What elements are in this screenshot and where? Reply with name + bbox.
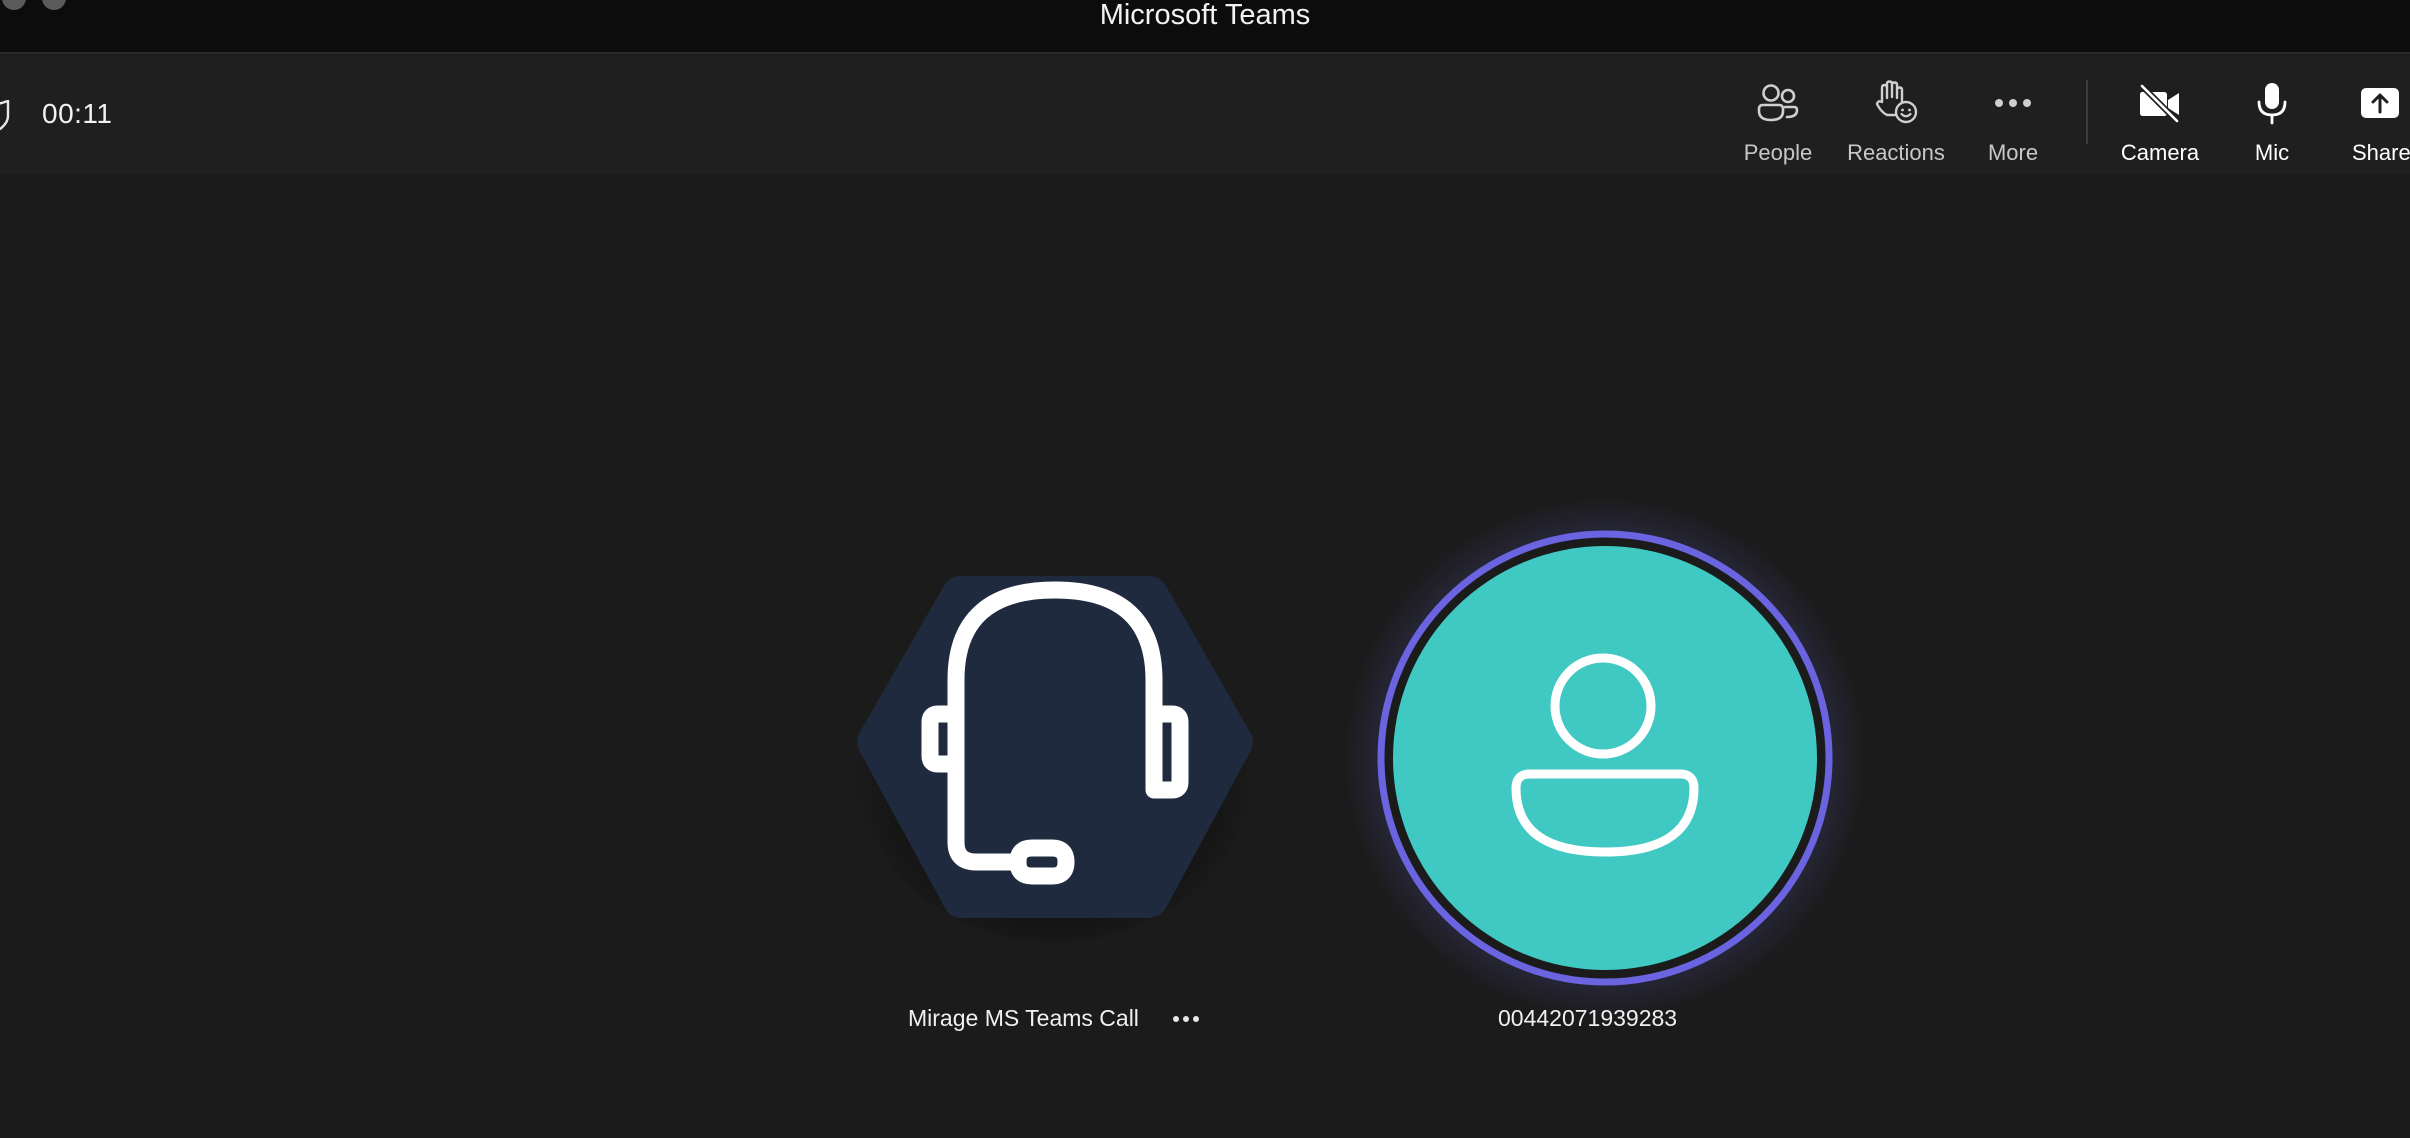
participant-options-icon[interactable] <box>1172 1014 1200 1024</box>
camera-off-icon <box>2139 83 2180 123</box>
participant-name-mirage: Mirage MS Teams Call <box>908 1005 1139 1031</box>
shield-icon <box>0 100 10 130</box>
people-icon <box>1757 84 1799 122</box>
call-stage: Mirage MS Teams Call 00442071939283 <box>0 174 2410 1138</box>
participant-avatar-mirage[interactable] <box>850 572 1260 942</box>
share-label: Share <box>2352 140 2410 165</box>
share-screen-icon <box>2361 88 2399 118</box>
share-button[interactable]: Share <box>2320 70 2410 166</box>
teams-call-window: Microsoft Teams 00:11 People Reactions M… <box>0 0 2410 1138</box>
raised-hand-reaction-icon <box>1875 80 1918 124</box>
toolbar-divider <box>2086 80 2088 144</box>
ellipsis-icon <box>1995 99 2031 107</box>
title-bar: Microsoft Teams <box>0 0 2410 54</box>
more-label: More <box>1987 140 2039 165</box>
participant-avatar-phone[interactable] <box>1330 494 1880 1044</box>
window-title: Microsoft Teams <box>1099 0 1311 31</box>
participant-name-phone: 00442071939283 <box>1498 1005 1678 1031</box>
meeting-timer: 00:11 <box>42 98 113 129</box>
microphone-icon <box>2257 83 2287 125</box>
meeting-toolbar: 00:11 People Reactions More Camera Mic S… <box>0 56 2410 174</box>
more-button[interactable]: More <box>1953 70 2073 166</box>
mic-button[interactable]: Mic <box>2212 70 2332 166</box>
